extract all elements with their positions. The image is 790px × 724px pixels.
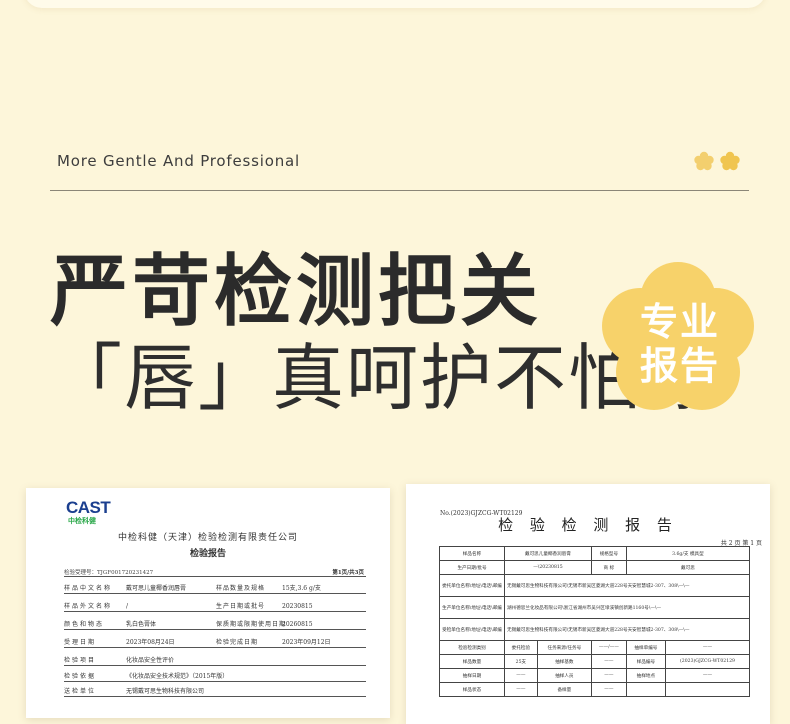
badge-line2: 报告 [639,344,720,388]
report-title: 检 验 检 测 报 告 [498,516,678,534]
report-row: 检验依据 《化妆品安全技术规范》（2015年版） [64,673,229,680]
flower-icons [694,151,740,171]
flower-icon [720,151,740,171]
report-row: 检验完成日期 2023年09月12日 [216,639,331,646]
flower-icon [694,151,714,171]
accept-no: 检验受理号：TJGF001720231427 [64,570,154,576]
cast-logo: CAST [66,498,111,517]
table-row: 样品名称 戴可思儿童椰香润唇膏 规格型号 3.6g/支 模具型 [439,546,751,561]
rule [64,576,366,577]
cast-logo-sub: 中检科健 [68,518,96,525]
top-card [24,0,766,8]
table-row: 检验检测类别 委托检验 任务来源/任务号 ——/—— 抽样单编号 —— [439,640,750,655]
report-row: 送检单位 无锡戴可思生物科技有限公司 [64,688,205,695]
badge-line1: 专业 [639,300,720,344]
table-row: 生产单位名称\地址\电话\邮编 湖州德思兰化妆品有限公司\浙江省湖州市吴兴区埭溪… [439,596,750,619]
table-row: 生产日期/批号 —\20230815 商 标 戴可思 [439,560,751,575]
report-table: 样品名称 戴可思儿童椰香润唇膏 规格型号 3.6g/支 模具型 生产日期/批号 … [439,546,751,697]
table-row: 受检单位名称\地址\电话\邮编 无锡戴可思生物科技有限公司\无锡市新吴区菱湖大道… [439,618,750,641]
tagline: More Gentle And Professional [57,152,300,170]
report-row: 样品外文名称 / [64,603,129,610]
report-right: No.(2023)GJZCG-WT02129 检 验 检 测 报 告 共 2 页… [406,484,770,724]
report-title: 检验报告 [189,548,226,558]
report-row: 受理日期 2023年08月24日 [64,639,175,646]
divider [50,190,749,191]
table-row: 委托单位名称\地址\电话\邮编 无锡戴可思生物科技有限公司\无锡市新吴区菱湖大道… [439,574,750,597]
report-row: 样品数量及规格 15支,3.6 g/支 [216,585,321,592]
report-row: 颜色和物态 乳白色膏体 [64,621,157,628]
report-row: 生产日期或批号 20230815 [216,603,313,610]
table-row: 样品状态 —— 备样量 —— [439,682,750,697]
table-row: 样品数量 25支 抽样基数 —— 样品编号 (2023)GJZCG-WT0212… [439,654,750,669]
badge-text: 专业 报告 [600,300,760,388]
org-name: 中检科健（天津）检验检测有限责任公司 [117,533,298,543]
report-row: 保质期或限期使用日期20260815 [216,621,313,628]
report-row: 检验项目 化妆品安全性评价 [64,657,175,664]
table-row: 抽样日期 —— 抽样人员 —— 抽样地点 —— [439,668,750,683]
headline: 严苛检测把关 [50,247,543,337]
report-row: 样品中文名称 戴可思儿童椰香润唇膏 [64,585,187,592]
report-left: CAST 中检科健 中检科健（天津）检验检测有限责任公司 检验报告 检验受理号：… [26,488,390,718]
page-no: 第1页/共3页 [332,570,364,576]
